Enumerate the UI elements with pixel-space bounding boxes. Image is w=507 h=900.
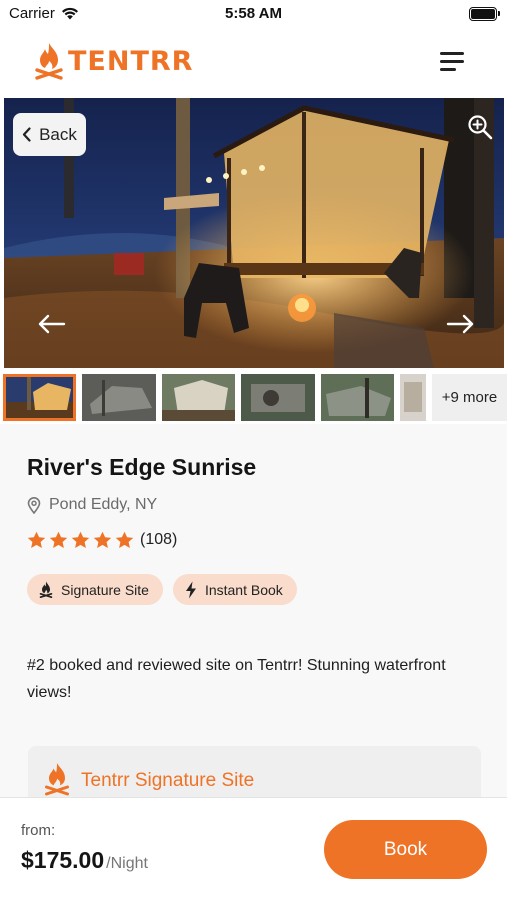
from-label: from: [21,822,56,839]
thumbnail-strip: +9 more [0,370,507,424]
menu-button[interactable] [436,50,466,74]
signature-site-badge[interactable]: Signature Site [27,574,163,605]
campfire-logo-icon [35,43,63,80]
clock: 5:58 AM [225,5,282,22]
price-unit: /Night [106,855,148,872]
thumbnail-4[interactable] [241,374,315,421]
status-bar: Carrier 5:58 AM [0,0,507,28]
instant-book-badge[interactable]: Instant Book [172,574,297,605]
lightning-icon [185,581,196,598]
zoom-in-icon [468,115,493,140]
price-row: $175.00 /Night [21,847,148,874]
back-button[interactable]: Back [13,113,86,156]
back-label: Back [39,124,77,144]
app-header: TENTRR [0,28,507,98]
signature-card-title: Tentrr Signature Site [81,770,255,791]
rating-row[interactable]: (108) [27,531,177,549]
star-icon [49,531,68,548]
hamburger-line [440,68,456,71]
booking-footer: from: $175.00 /Night Book [0,797,507,900]
listing-screen: Carrier 5:58 AM TENTRR Back +9 more Rive… [0,0,507,900]
thumbnail-2[interactable] [82,374,156,421]
arrow-left-icon [38,314,66,334]
hero-photo[interactable]: Back [4,98,504,368]
previous-photo-button[interactable] [36,312,68,336]
star-icon [71,531,90,548]
campfire-icon [45,763,69,796]
review-count: (108) [140,531,178,548]
star-rating [27,531,134,549]
star-icon [115,531,134,548]
hamburger-line [440,52,464,55]
location-pin-icon [27,496,41,514]
battery-icon [469,7,500,21]
hamburger-line [440,60,464,63]
logo-text: TENTRR [68,45,194,77]
location-row: Pond Eddy, NY [27,496,157,514]
next-photo-button[interactable] [444,312,476,336]
more-photos-button[interactable]: +9 more [432,374,507,421]
star-icon [93,531,112,548]
location-text: Pond Eddy, NY [49,496,158,513]
thumbnail-3[interactable] [162,374,235,421]
chevron-left-icon [22,127,31,142]
thumbnail-1[interactable] [3,374,76,421]
zoom-button[interactable] [467,114,493,140]
badge-label: Instant Book [204,581,283,598]
thumbnail-6[interactable] [400,374,426,421]
arrow-right-icon [446,314,474,334]
badge-list: Signature Site Instant Book [27,574,297,605]
listing-details: River's Edge Sunrise Pond Eddy, NY (108) [0,424,507,826]
tentrr-logo[interactable]: TENTRR [34,42,193,80]
star-icon [27,531,46,548]
price-value: $175.00 [21,847,105,873]
campfire-icon [39,581,53,598]
listing-title: River's Edge Sunrise [27,454,257,480]
thumbnail-5[interactable] [321,374,394,421]
badge-label: Signature Site [61,581,149,598]
listing-description: #2 booked and reviewed site on Tentrr! S… [27,657,446,701]
book-button[interactable]: Book [324,820,487,879]
